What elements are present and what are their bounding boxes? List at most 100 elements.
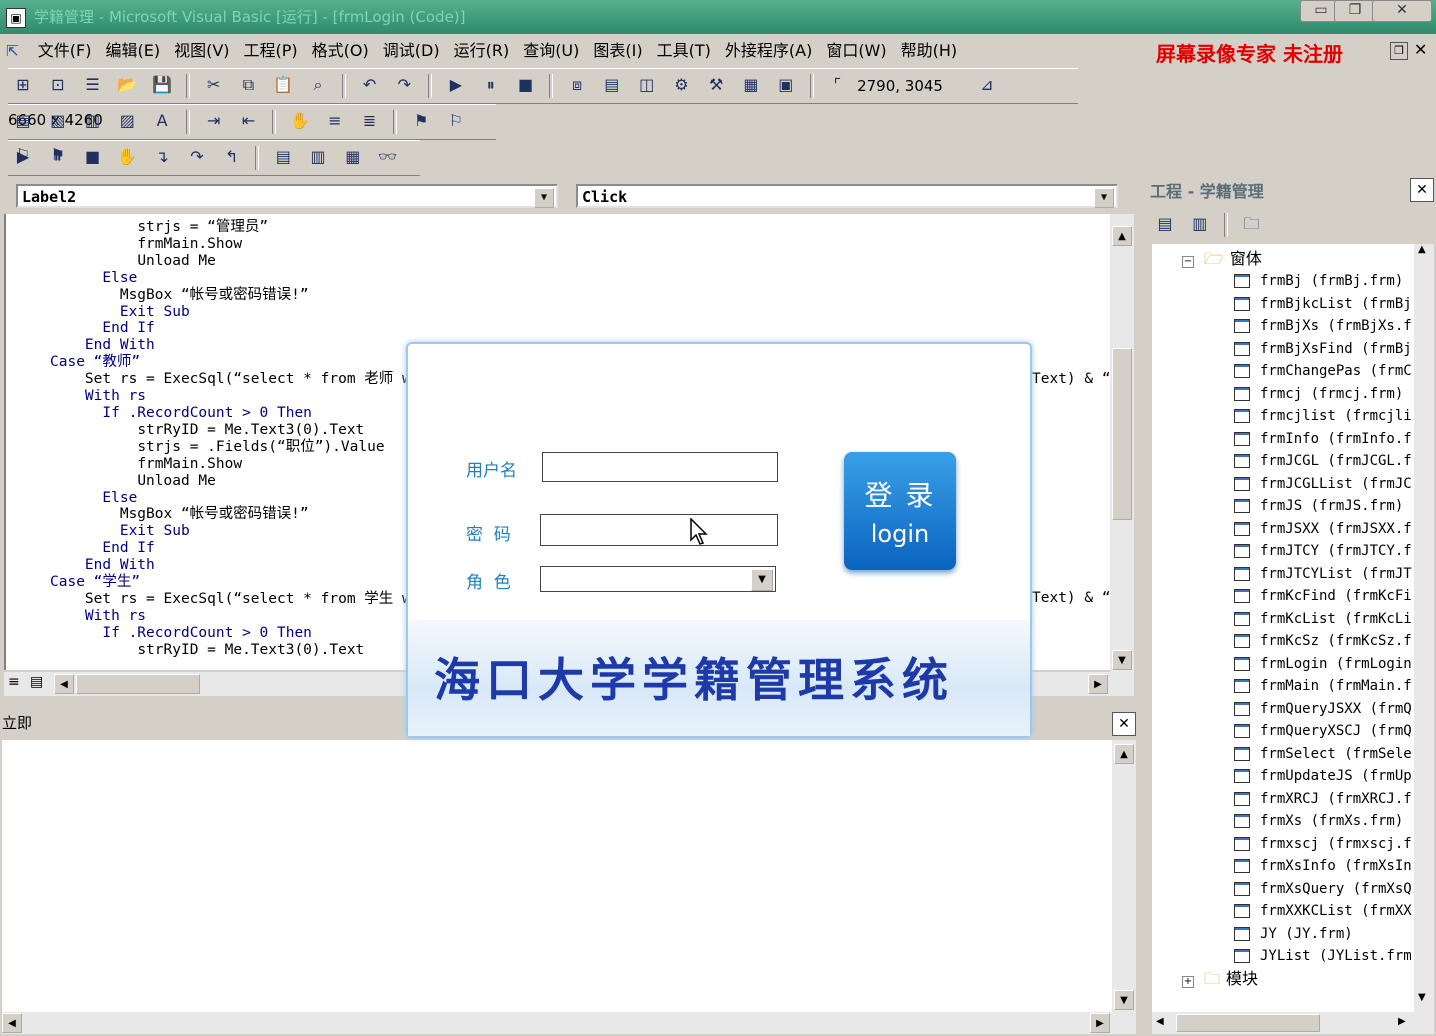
tree-item-form[interactable]: frmJCGLList (frmJC xyxy=(1234,473,1412,495)
tree-item-form[interactable]: frmKcList (frmKcLi xyxy=(1234,608,1412,630)
scroll-up-icon[interactable]: ▲ xyxy=(1112,226,1132,246)
password-input[interactable] xyxy=(540,514,778,546)
role-select[interactable]: ▼ xyxy=(540,566,776,592)
scroll-up-icon[interactable]: ▲ xyxy=(1114,744,1134,764)
watch-window-icon[interactable]: ▦ xyxy=(342,146,364,168)
tree-item-form[interactable]: frmJSXX (frmJSXX.f xyxy=(1234,518,1412,540)
tree-item-form[interactable]: frmSelect (frmSele xyxy=(1234,743,1412,765)
scroll-down-icon[interactable]: ▼ xyxy=(1418,992,1426,1003)
redo-icon[interactable]: ↷ xyxy=(393,74,415,96)
code-line[interactable]: Set rs = ExecSql(“select * from 老师 wh xyxy=(50,371,420,388)
run-icon[interactable]: ▶ xyxy=(445,74,467,96)
project-close-icon[interactable]: ✕ xyxy=(1410,178,1434,202)
scroll-down-icon[interactable]: ▼ xyxy=(1112,650,1132,670)
tree-item-form[interactable]: frmInfo (frmInfo.f xyxy=(1234,428,1412,450)
menu-item[interactable]: 工具(T) xyxy=(650,36,718,66)
tree-folder-modules[interactable]: + 🗀 模块 xyxy=(1182,968,1258,990)
close-button[interactable]: ✕ xyxy=(1372,0,1432,22)
code-line[interactable]: strjs = .Fields(“职位”).Value xyxy=(50,439,419,456)
expand-icon[interactable]: + xyxy=(1182,976,1194,988)
tree-item-form[interactable]: frmBj (frmBj.frm) xyxy=(1234,270,1403,292)
project-horizontal-scrollbar[interactable]: ◀ ▶ xyxy=(1152,1012,1434,1034)
restore-button[interactable]: ❐ xyxy=(1334,0,1376,22)
tree-item-form[interactable]: JYList (JYList.frm xyxy=(1234,945,1412,967)
tree-item-form[interactable]: frmJCGL (frmJCGL.f xyxy=(1234,450,1412,472)
immediate-vertical-scrollbar[interactable]: ▲ ▼ xyxy=(1112,740,1136,1014)
tree-item-form[interactable]: frmJS (frmJS.frm) xyxy=(1234,495,1403,517)
quick-watch-icon[interactable]: 👓 xyxy=(377,146,399,168)
scroll-left-icon[interactable]: ◀ xyxy=(54,674,74,694)
scroll-left-icon[interactable]: ◀ xyxy=(1156,1016,1164,1027)
immediate-horizontal-scrollbar[interactable]: ◀ ▶ xyxy=(2,1012,1136,1034)
step-over-icon[interactable]: ↷ xyxy=(186,146,208,168)
menu-item[interactable]: 格式(O) xyxy=(305,36,376,66)
project-explorer-icon[interactable]: ⧈ xyxy=(566,74,588,96)
list-properties-icon[interactable]: ▤ xyxy=(12,110,34,132)
horizontal-scroll-thumb[interactable] xyxy=(76,674,200,694)
tree-item-form[interactable]: frmQueryJSXX (frmQ xyxy=(1234,698,1412,720)
tree-item-form[interactable]: frmKcFind (frmKcFi xyxy=(1234,585,1412,607)
list-constants-icon[interactable]: ▧ xyxy=(47,110,69,132)
form-layout-icon[interactable]: ◫ xyxy=(636,74,658,96)
tree-item-form[interactable]: frmXsQuery (frmXsQ xyxy=(1234,878,1412,900)
data-view-icon[interactable]: ▦ xyxy=(740,74,762,96)
tree-item-form[interactable]: frmChangePas (frmC xyxy=(1234,360,1412,382)
menu-item[interactable]: 视图(V) xyxy=(167,36,236,66)
immediate-window[interactable] xyxy=(2,740,1112,1014)
menu-item[interactable]: 图表(I) xyxy=(586,36,649,66)
copy-icon[interactable]: ⧉ xyxy=(237,74,259,96)
chevron-down-icon[interactable]: ▼ xyxy=(1094,188,1114,208)
menu-item[interactable]: 查询(U) xyxy=(516,36,586,66)
find-icon[interactable]: ⌕ xyxy=(307,74,329,96)
code-line[interactable]: End With xyxy=(50,557,419,574)
step-out-icon[interactable]: ↰ xyxy=(221,146,243,168)
menu-item[interactable]: 外接程序(A) xyxy=(718,36,819,66)
code-line[interactable]: strRyID = Me.Text3(0).Text xyxy=(50,642,419,659)
scroll-left-icon[interactable]: ◀ xyxy=(2,1013,22,1033)
menu-item[interactable]: 编辑(E) xyxy=(98,36,167,66)
scroll-thumb[interactable] xyxy=(1112,348,1132,520)
chevron-down-icon[interactable]: ▼ xyxy=(751,569,773,591)
parameter-info-icon[interactable]: ▨ xyxy=(116,110,138,132)
project-tree[interactable]: − 🗁 窗体 frmBj (frmBj.frm) frmBjkcList (frmBj… xyxy=(1152,244,1414,1014)
procedure-combo[interactable]: Click ▼ xyxy=(576,184,1118,208)
object-combo[interactable]: Label2 ▼ xyxy=(16,184,558,208)
toggle-folders-icon[interactable]: 🗀 xyxy=(1240,213,1262,235)
end-icon[interactable]: ■ xyxy=(82,146,104,168)
mdi-restore-icon[interactable]: ❐ xyxy=(1390,42,1408,60)
menu-item[interactable]: 运行(R) xyxy=(447,36,517,66)
code-line[interactable]: End If xyxy=(50,320,419,337)
breakpoint-icon[interactable]: ✋ xyxy=(116,146,138,168)
menu-item[interactable]: 窗口(W) xyxy=(819,36,893,66)
tree-item-form[interactable]: frmKcSz (frmKcSz.f xyxy=(1234,630,1412,652)
code-line[interactable]: Set rs = ExecSql(“select * from 学生 wh xyxy=(50,591,420,608)
code-line[interactable]: frmMain.Show xyxy=(50,236,419,253)
scroll-right-icon[interactable]: ▶ xyxy=(1398,1016,1406,1027)
uncomment-block-icon[interactable]: ≣ xyxy=(359,110,381,132)
tree-item-form[interactable]: frmQueryXSCJ (frmQ xyxy=(1234,720,1412,742)
properties-icon[interactable]: ▤ xyxy=(601,74,623,96)
collapse-icon[interactable]: − xyxy=(1182,256,1194,268)
save-icon[interactable]: 💾 xyxy=(151,74,173,96)
code-line[interactable]: With rs xyxy=(50,388,419,405)
comment-block-icon[interactable]: ≡ xyxy=(324,110,346,132)
immediate-window-icon[interactable]: ▥ xyxy=(307,146,329,168)
continue-icon[interactable]: ▶ xyxy=(12,146,34,168)
paste-icon[interactable]: 📋 xyxy=(272,74,294,96)
code-line[interactable]: MsgBox “帐号或密码错误!” xyxy=(50,287,419,304)
code-line[interactable]: strjs = “管理员” xyxy=(50,219,419,236)
scroll-right-icon[interactable]: ▶ xyxy=(1088,674,1108,694)
code-line[interactable]: Unload Me xyxy=(50,253,419,270)
tree-item-form[interactable]: frmBjXsFind (frmBj xyxy=(1234,338,1412,360)
menu-editor-icon[interactable]: ☰ xyxy=(82,74,104,96)
tree-item-form[interactable]: frmJTCY (frmJTCY.f xyxy=(1234,540,1412,562)
code-line[interactable]: Exit Sub xyxy=(50,523,419,540)
cut-icon[interactable]: ✂ xyxy=(203,74,225,96)
tree-item-form[interactable]: frmBjkcList (frmBj xyxy=(1234,293,1412,315)
tree-item-form[interactable]: frmJTCYList (frmJT xyxy=(1234,563,1412,585)
add-form-icon[interactable]: ⊡ xyxy=(47,74,69,96)
menu-item[interactable]: 调试(D) xyxy=(376,36,447,66)
code-line[interactable]: strRyID = Me.Text3(0).Text xyxy=(50,422,419,439)
horizontal-scroll-thumb[interactable] xyxy=(1176,1014,1320,1032)
break-icon[interactable]: ⏸ xyxy=(480,74,502,96)
